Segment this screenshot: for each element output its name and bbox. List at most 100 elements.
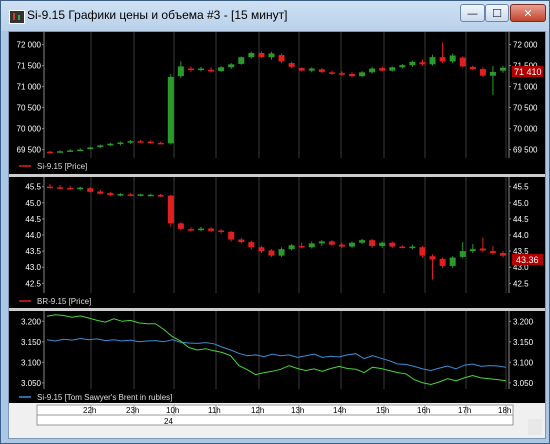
candle-body bbox=[47, 151, 53, 154]
axis-tick-label: 3.050 bbox=[513, 379, 534, 388]
close-button[interactable]: ✕ bbox=[510, 4, 546, 22]
hour-label: 22h bbox=[83, 406, 96, 415]
candle-body bbox=[419, 247, 426, 256]
candle-body bbox=[298, 245, 305, 248]
candle-body bbox=[489, 251, 496, 254]
last-price-label: 43.36 bbox=[516, 255, 539, 265]
axis-tick-label: 44.5 bbox=[25, 215, 41, 224]
candle-body bbox=[67, 187, 74, 190]
candle-body bbox=[379, 242, 386, 246]
candle-body bbox=[258, 53, 265, 58]
time-axis[interactable]: 22h 23h 10h 11h 12h 13h 14h 15h 16h 17h 18h 24 bbox=[9, 403, 545, 438]
candle-body bbox=[278, 249, 285, 256]
axis-tick-label: 72 000 bbox=[17, 41, 42, 50]
candle-body bbox=[268, 53, 275, 58]
candle-body bbox=[389, 242, 396, 247]
panel-background bbox=[9, 311, 545, 403]
candle-body bbox=[67, 150, 74, 152]
candle-body bbox=[208, 69, 215, 72]
candle-body bbox=[57, 187, 64, 189]
day-label: 24 bbox=[164, 417, 173, 426]
candle-body bbox=[459, 251, 466, 257]
candle-body bbox=[198, 68, 204, 71]
panel-background bbox=[9, 177, 545, 308]
hour-label: 11h bbox=[208, 406, 221, 415]
candle-body bbox=[187, 229, 194, 231]
axis-tick-label: 45.0 bbox=[513, 199, 529, 208]
candle-body bbox=[218, 67, 225, 72]
candle-body bbox=[167, 76, 174, 144]
candle-body bbox=[248, 53, 255, 58]
candle-body bbox=[469, 66, 476, 69]
candle-body bbox=[318, 241, 325, 244]
candle-body bbox=[369, 240, 376, 246]
hour-label: 12h bbox=[251, 406, 264, 415]
candle-body bbox=[137, 141, 144, 143]
axis-tick-label: 70 500 bbox=[17, 104, 42, 113]
candle-body bbox=[107, 193, 114, 196]
candle-body bbox=[409, 61, 416, 66]
price-panel-si[interactable]: 72 000 71 500 71 000 70 500 70 000 69 500 72 … bbox=[9, 32, 545, 174]
candle-body bbox=[77, 149, 84, 152]
candle-body bbox=[399, 65, 406, 68]
candle-body bbox=[389, 67, 396, 71]
candle-body bbox=[359, 240, 366, 243]
candle-body bbox=[479, 248, 486, 251]
candle-body bbox=[449, 257, 456, 266]
candle-body bbox=[349, 242, 355, 247]
day-row bbox=[36, 414, 514, 426]
candle-body bbox=[147, 194, 154, 197]
candle-body bbox=[167, 195, 174, 224]
axis-tick-label: 69 500 bbox=[17, 146, 42, 155]
candle-body bbox=[439, 57, 446, 62]
hour-label: 10h bbox=[166, 406, 179, 415]
title-bar[interactable]: Si-9.15 Графики цены и объема #3 - [15 м… bbox=[1, 1, 549, 30]
candle-body bbox=[409, 246, 416, 249]
candle-body bbox=[248, 242, 255, 248]
axis-tick-label: 69 500 bbox=[513, 146, 538, 155]
candle-body bbox=[308, 243, 315, 248]
candle-body bbox=[369, 68, 376, 73]
axis-tick-label: 3.200 bbox=[513, 317, 534, 326]
candle-body bbox=[318, 69, 325, 72]
candle-body bbox=[157, 142, 164, 145]
axis-tick-label: 70 500 bbox=[513, 104, 538, 113]
candle-body bbox=[127, 194, 134, 196]
candle-body bbox=[87, 188, 94, 192]
candle-body bbox=[459, 57, 466, 67]
ratio-panel[interactable]: 3.200 3.150 3.100 3.050 3.200 3.150 3.100 3.05… bbox=[9, 311, 545, 403]
candle-body bbox=[97, 191, 104, 194]
candle-body bbox=[47, 186, 53, 189]
candle-body bbox=[177, 223, 184, 229]
candle-body bbox=[117, 194, 124, 196]
candle-body bbox=[349, 74, 355, 77]
axis-tick-label: 71 000 bbox=[513, 83, 538, 92]
price-panel-br[interactable]: 45.5 45.0 44.5 44.0 43.5 43.0 42.5 45.5 45.0 44.… bbox=[9, 177, 545, 308]
candle-body bbox=[268, 250, 275, 256]
axis-tick-label: 45.0 bbox=[25, 199, 41, 208]
hour-label: 23h bbox=[126, 406, 139, 415]
axis-tick-label: 44.0 bbox=[513, 231, 529, 240]
candle-body bbox=[439, 258, 446, 266]
hour-label: 17h bbox=[458, 406, 471, 415]
candle-body bbox=[77, 187, 84, 190]
axis-tick-label: 43.5 bbox=[25, 247, 41, 256]
minimize-button[interactable]: — bbox=[460, 4, 485, 22]
hour-label: 16h bbox=[417, 406, 430, 415]
candle-body bbox=[87, 147, 94, 150]
chart-area: 72 000 71 500 71 000 70 500 70 000 69 500 72 … bbox=[8, 31, 546, 439]
candle-body bbox=[187, 68, 194, 71]
axis-tick-label: 42.5 bbox=[513, 279, 529, 288]
axis-tick-label: 3.150 bbox=[21, 338, 42, 347]
maximize-button[interactable]: ☐ bbox=[485, 4, 509, 22]
axis-tick-label: 45.5 bbox=[513, 183, 529, 192]
candle-body bbox=[97, 145, 104, 148]
candle-body bbox=[117, 142, 124, 144]
legend-label: BR-9.15 [Price] bbox=[37, 297, 91, 306]
last-price-label: 71 410 bbox=[514, 67, 542, 77]
candle-body bbox=[57, 151, 64, 153]
hour-label: 15h bbox=[376, 406, 389, 415]
candle-body bbox=[127, 141, 134, 143]
candle-body bbox=[399, 246, 406, 249]
size-grip[interactable] bbox=[528, 419, 542, 435]
